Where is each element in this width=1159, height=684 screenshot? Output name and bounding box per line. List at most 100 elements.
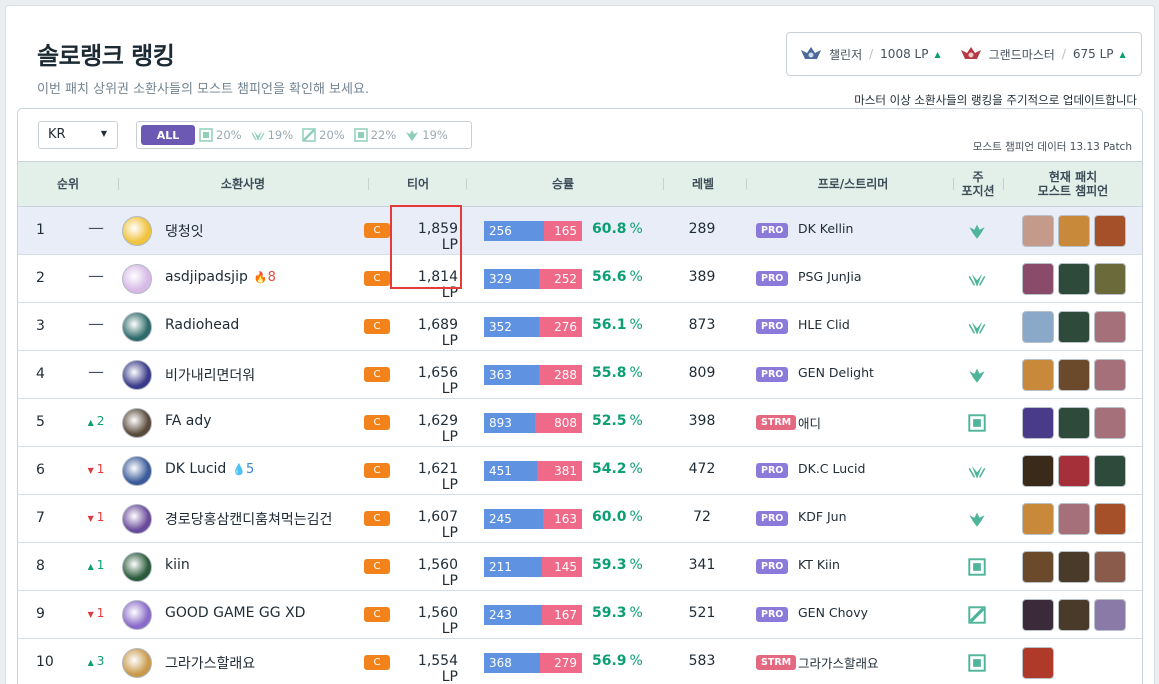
champion-icon[interactable] (1058, 599, 1090, 631)
pro-name-link[interactable]: KT Kiin (798, 557, 840, 572)
summoner-name[interactable]: 댕청잇 (165, 221, 204, 241)
champion-icon[interactable] (1058, 407, 1090, 439)
ranking-panel: KR ▼ ALL 20% 19% 20% 22% 19% 모스트 챔피언 데이터… (17, 108, 1143, 684)
win-loss-bar: 211 145 (484, 557, 582, 577)
champion-icon[interactable] (1022, 599, 1054, 631)
table-row[interactable]: 9 ▼ 1 GOOD GAME GG XD C 1,560 LP 243 167 59.3% 52… (18, 591, 1142, 639)
table-row[interactable]: 6 ▼ 1 DK Lucid 💧5 C 1,621 LP 451 381 54.2% 472 PRO D… (18, 447, 1142, 495)
champion-icon[interactable] (1022, 407, 1054, 439)
champion-icon[interactable] (1094, 407, 1126, 439)
champion-icon[interactable] (1058, 551, 1090, 583)
pro-name-link[interactable]: KDF Jun (798, 509, 847, 524)
champion-icon[interactable] (1094, 359, 1126, 391)
champion-icon[interactable] (1094, 503, 1126, 535)
support-icon (968, 510, 986, 528)
streak-badge: 🔥8 (253, 270, 276, 285)
position-filter-top[interactable]: 20% (199, 128, 242, 142)
summoner-avatar (122, 264, 152, 294)
champion-icon[interactable] (1094, 215, 1126, 247)
pro-name-link[interactable]: GEN Chovy (798, 605, 868, 620)
pro-name-link[interactable]: 애디 (798, 413, 821, 432)
most-champions (1022, 503, 1130, 535)
table-row[interactable]: 10 ▲ 3 그라가스할래요 C 1,554 LP 368 279 56.9% 583 STRM 그라… (18, 639, 1142, 684)
summoner-name[interactable]: GOOD GAME GG XD (165, 605, 305, 621)
summoner-name[interactable]: DK Lucid 💧5 (165, 461, 254, 477)
wins-bar: 893 (484, 413, 536, 433)
win-rate: 54.2% (592, 461, 643, 477)
win-loss-bar: 329 252 (484, 269, 582, 289)
summoner-name[interactable]: Radiohead (165, 317, 239, 333)
table-row[interactable]: 4 — 비가내리면더워 C 1,656 LP 363 288 55.8% 809 PRO GEN D… (18, 351, 1142, 399)
table-row[interactable]: 2 — asdjipadsjip 🔥8 C 1,814 LP 329 252 56.6% 389 P… (18, 255, 1142, 303)
lp-cutoff-box: 챌린저 / 1008 LP ▲ 그랜드마스터 / 675 LP ▲ (786, 32, 1142, 76)
position-filter-jungle[interactable]: 19% (251, 128, 293, 142)
position-filter-support[interactable]: 19% (405, 128, 448, 142)
summoner-name[interactable]: asdjipadsjip 🔥8 (165, 269, 276, 285)
table-row[interactable]: 7 ▼ 1 경로당홍삼캔디훔쳐먹는김건 C 1,607 LP 245 163 60.0% 72 PR… (18, 495, 1142, 543)
most-champions (1022, 215, 1130, 247)
grandmaster-lp: 675 LP (1072, 47, 1114, 61)
col-winloss: 승률 (551, 177, 575, 191)
win-rate: 52.5% (592, 413, 643, 429)
champion-icon[interactable] (1022, 647, 1054, 679)
summoner-name[interactable]: 그라가스할래요 (165, 653, 255, 673)
wins-bar: 363 (484, 365, 539, 385)
most-champions (1022, 359, 1130, 391)
summoner-level: 809 (688, 365, 716, 381)
losses-bar: 252 (539, 269, 582, 289)
region-select[interactable]: KR ▼ (38, 121, 118, 149)
champion-icon[interactable] (1022, 311, 1054, 343)
league-points: 1,621 LP (417, 461, 458, 493)
bottom-icon (968, 414, 986, 432)
pro-name-link[interactable]: DK Kellin (798, 221, 853, 236)
champion-icon[interactable] (1022, 359, 1054, 391)
summoner-name[interactable]: FA ady (165, 413, 212, 429)
position-filter-mid[interactable]: 20% (302, 128, 345, 142)
summoner-level: 472 (688, 461, 716, 477)
table-row[interactable]: 3 — Radiohead C 1,689 LP 352 276 56.1% 873 PRO HLE… (18, 303, 1142, 351)
wins-bar: 245 (484, 509, 543, 529)
champion-icon[interactable] (1094, 551, 1126, 583)
position-filter-bottom[interactable]: 22% (353, 128, 396, 142)
summoner-name[interactable]: 비가내리면더워 (165, 365, 255, 385)
summoner-name[interactable]: kiin (165, 557, 190, 573)
champion-icon[interactable] (1058, 311, 1090, 343)
pro-name-link[interactable]: PSG JunJia (798, 269, 861, 284)
table-row[interactable]: 1 — 댕청잇 C 1,859 LP 256 165 60.8% 289 PRO DK Kellin (18, 207, 1142, 255)
champion-icon[interactable] (1094, 311, 1126, 343)
champion-icon[interactable] (1094, 599, 1126, 631)
win-loss-bar: 451 381 (484, 461, 582, 481)
champion-icon[interactable] (1022, 455, 1054, 487)
page-title: 솔로랭크 랭킹 (37, 42, 175, 70)
champion-icon[interactable] (1058, 359, 1090, 391)
champion-icon[interactable] (1094, 455, 1126, 487)
champion-icon[interactable] (1058, 455, 1090, 487)
champion-icon[interactable] (1058, 215, 1090, 247)
pro-tag-badge: PRO (756, 607, 789, 622)
table-row[interactable]: 5 ▲ 2 FA ady C 1,629 LP 893 808 52.5% 398 STRM 애디 (18, 399, 1142, 447)
champion-icon[interactable] (1022, 551, 1054, 583)
pro-name-link[interactable]: HLE Clid (798, 317, 850, 332)
league-points: 1,859 LP (417, 221, 458, 253)
pro-name-link[interactable]: 그라가스할래요 (798, 653, 879, 672)
champion-icon[interactable] (1058, 263, 1090, 295)
table-row[interactable]: 8 ▲ 1 kiin C 1,560 LP 211 145 59.3% 341 PRO KT Kiin (18, 543, 1142, 591)
pro-tag-badge: STRM (756, 415, 797, 430)
position-filter-all[interactable]: ALL (141, 125, 195, 145)
champion-icon[interactable] (1022, 215, 1054, 247)
summoner-avatar (122, 600, 152, 630)
rank-change: ▲ 2 (87, 414, 105, 428)
league-points: 1,560 LP (417, 557, 458, 589)
col-position: 주 포지션 (961, 170, 995, 198)
rank-number: 5 (36, 414, 45, 430)
most-champions (1022, 647, 1058, 679)
pro-name-link[interactable]: DK.C Lucid (798, 461, 865, 476)
champion-icon[interactable] (1022, 503, 1054, 535)
champion-icon[interactable] (1094, 263, 1126, 295)
champion-icon[interactable] (1022, 263, 1054, 295)
summoner-avatar (122, 456, 152, 486)
pro-name-link[interactable]: GEN Delight (798, 365, 874, 380)
win-rate: 59.3% (592, 605, 643, 621)
summoner-name[interactable]: 경로당홍삼캔디훔쳐먹는김건 (165, 509, 332, 529)
champion-icon[interactable] (1058, 503, 1090, 535)
